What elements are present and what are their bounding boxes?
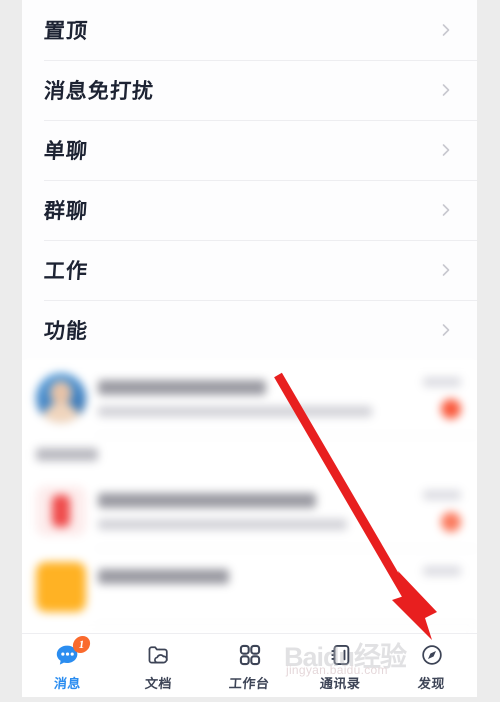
list-item[interactable] (22, 473, 477, 549)
chat-time-redacted (423, 490, 461, 500)
tab-label: 发现 (417, 675, 446, 691)
setting-row-qunliao[interactable]: 群聊 (22, 180, 477, 240)
unread-badge: 1 (71, 635, 91, 653)
chat-meta (409, 566, 461, 608)
chat-title-redacted (98, 379, 266, 395)
tab-label: 文档 (144, 675, 173, 691)
tab-documents[interactable]: 文档 (113, 634, 204, 697)
setting-row-gongzuo[interactable]: 工作 (22, 240, 477, 300)
chevron-right-icon (439, 83, 453, 97)
chat-time-redacted (423, 566, 461, 576)
message-bubble-icon: 1 (53, 635, 91, 670)
chat-text-block (98, 492, 409, 530)
contacts-book-icon (326, 640, 356, 670)
chat-text-block (98, 379, 409, 417)
setting-row-zhiding[interactable]: 置顶 (22, 0, 477, 60)
bottom-tab-bar: 1 消息 文档 工作台 通讯录 发现 (22, 633, 477, 697)
chat-title-redacted (98, 568, 229, 584)
setting-row-label: 群聊 (43, 199, 89, 223)
compass-discover-icon (417, 640, 447, 670)
workbench-grid-icon (235, 640, 265, 670)
setting-row-label: 单聊 (43, 139, 89, 163)
unread-dot (441, 399, 461, 419)
document-folder-icon (144, 640, 174, 670)
tab-discover[interactable]: 发现 (386, 634, 477, 697)
chat-meta (409, 490, 461, 532)
chat-time-redacted (423, 377, 461, 387)
tab-workbench[interactable]: 工作台 (204, 634, 295, 697)
chat-title-redacted (98, 492, 316, 508)
avatar (36, 486, 86, 536)
chevron-right-icon (439, 203, 453, 217)
setting-row-gongneng[interactable]: 功能 (22, 300, 477, 360)
unread-dot (441, 512, 461, 532)
setting-row-danliao[interactable]: 单聊 (22, 120, 477, 180)
setting-row-label: 置顶 (43, 19, 89, 43)
setting-row-mianderao[interactable]: 消息免打扰 (22, 60, 477, 120)
list-item[interactable] (22, 360, 477, 436)
settings-list: 置顶 消息免打扰 单聊 群聊 工作 功能 (22, 0, 477, 360)
avatar (36, 373, 86, 423)
setting-row-label: 工作 (43, 259, 89, 283)
chat-subtitle-redacted (98, 518, 347, 530)
avatar (36, 562, 86, 612)
chat-group-header-redacted (36, 448, 98, 461)
setting-row-label: 消息免打扰 (43, 79, 155, 103)
phone-screen: 置顶 消息免打扰 单聊 群聊 工作 功能 1 消息 文档 工作台 通讯录 发现 … (22, 0, 477, 697)
chat-subtitle-redacted (98, 405, 372, 417)
chevron-right-icon (439, 323, 453, 337)
tab-label: 工作台 (228, 675, 271, 691)
tab-label: 通讯录 (319, 675, 362, 691)
chevron-right-icon (439, 263, 453, 277)
tab-label: 消息 (53, 675, 82, 691)
list-item[interactable] (22, 549, 477, 625)
chat-list-blurred (22, 360, 477, 633)
chevron-right-icon (439, 143, 453, 157)
chat-meta (409, 377, 461, 419)
tab-contacts[interactable]: 通讯录 (295, 634, 386, 697)
chat-text-block (98, 568, 409, 606)
setting-row-label: 功能 (43, 319, 89, 343)
tab-messages[interactable]: 1 消息 (22, 634, 113, 697)
chevron-right-icon (439, 23, 453, 37)
